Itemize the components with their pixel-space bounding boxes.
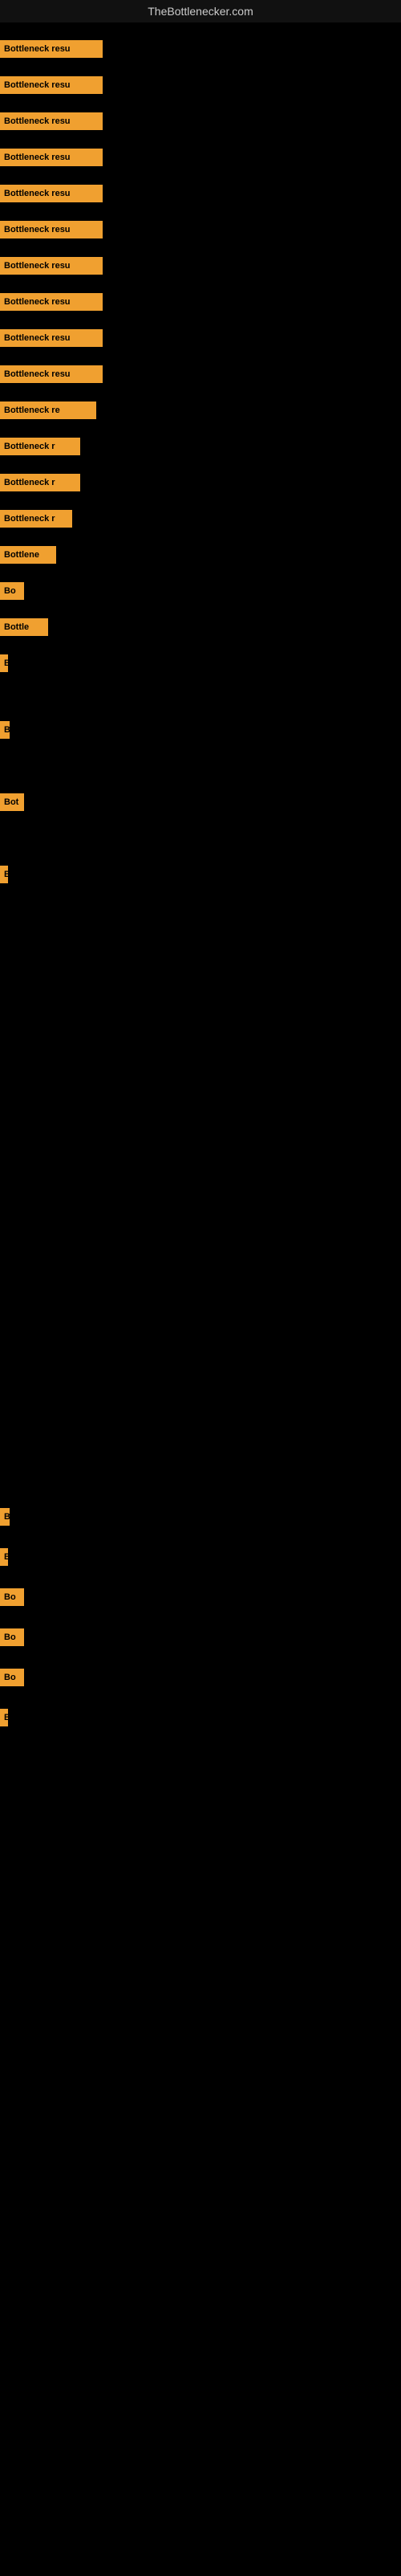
bottleneck-bar: Bottleneck resu [0,257,103,275]
bottleneck-bar: Bottlene [0,546,56,564]
bottleneck-bar: Bottleneck resu [0,185,103,202]
bottleneck-bar: Bo [0,1628,24,1646]
site-title: TheBottlenecker.com [0,0,401,22]
bottleneck-bar: Bottleneck resu [0,40,103,58]
bottleneck-bar: Bottleneck re [0,401,96,419]
bottleneck-bar: Bottleneck resu [0,149,103,166]
bottleneck-bar: B [0,1508,10,1526]
bottleneck-bar: Bottle [0,618,48,636]
bottleneck-bar: Bottleneck resu [0,329,103,347]
bottleneck-bar: Bottleneck resu [0,76,103,94]
bottleneck-bar: B [0,721,10,739]
bottleneck-bar: Bottleneck resu [0,293,103,311]
bottleneck-bar: Bo [0,1588,24,1606]
bottleneck-bar: B [0,654,8,672]
bottleneck-bar: Bottleneck r [0,474,80,491]
bottleneck-bar: Bottleneck resu [0,112,103,130]
bottleneck-bar: Bottleneck resu [0,221,103,238]
bottleneck-bar: Bot [0,793,24,811]
bottleneck-bar: Bo [0,582,24,600]
bottleneck-bar: Bottleneck r [0,438,80,455]
bottleneck-bar: B [0,866,8,883]
bottleneck-bar: B [0,1709,8,1726]
bottleneck-bar: B [0,1548,8,1566]
bottleneck-bar: Bo [0,1669,24,1686]
bottleneck-bar: Bottleneck resu [0,365,103,383]
bottleneck-bar: Bottleneck r [0,510,72,528]
